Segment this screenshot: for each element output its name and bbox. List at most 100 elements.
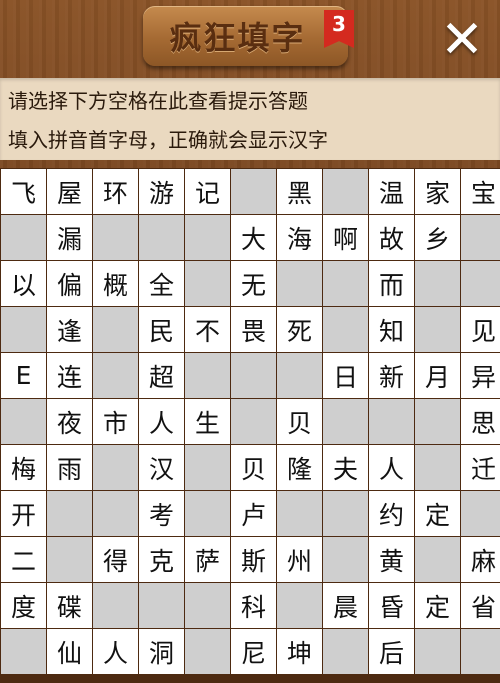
grid-cell[interactable]: 生 [185,399,230,444]
grid-cell[interactable]: 而 [369,261,414,306]
grid-cell[interactable]: 宝 [461,169,500,214]
grid-cell[interactable]: 不 [185,307,230,352]
grid-cell[interactable]: 记 [185,169,230,214]
blank-cell[interactable] [93,445,138,490]
grid-cell[interactable]: 麻 [461,537,500,582]
blank-cell[interactable] [323,629,368,674]
grid-cell[interactable]: 夫 [323,445,368,490]
blank-cell[interactable] [1,629,46,674]
grid-cell[interactable]: 畏 [231,307,276,352]
grid-cell[interactable]: 啊 [323,215,368,260]
grid-cell[interactable]: 昏 [369,583,414,628]
blank-cell[interactable] [231,399,276,444]
blank-cell[interactable] [185,583,230,628]
blank-cell[interactable] [415,307,460,352]
blank-cell[interactable] [277,583,322,628]
grid-cell[interactable]: 知 [369,307,414,352]
grid-cell[interactable]: 漏 [47,215,92,260]
grid-cell[interactable]: 环 [93,169,138,214]
blank-cell[interactable] [323,261,368,306]
grid-cell[interactable]: 异 [461,353,500,398]
grid-cell[interactable]: 新 [369,353,414,398]
grid-cell[interactable]: 洞 [139,629,184,674]
grid-cell[interactable]: 以 [1,261,46,306]
grid-cell[interactable]: 克 [139,537,184,582]
grid-cell[interactable]: 人 [93,629,138,674]
blank-cell[interactable] [277,261,322,306]
blank-cell[interactable] [185,215,230,260]
grid-cell[interactable]: 梅 [1,445,46,490]
blank-cell[interactable] [139,583,184,628]
grid-cell[interactable]: 超 [139,353,184,398]
grid-cell[interactable]: 游 [139,169,184,214]
grid-cell[interactable]: 开 [1,491,46,536]
grid-cell[interactable]: 碟 [47,583,92,628]
grid-cell[interactable]: 见 [461,307,500,352]
grid-cell[interactable]: 民 [139,307,184,352]
grid-cell[interactable]: 约 [369,491,414,536]
grid-cell[interactable]: 省 [461,583,500,628]
grid-cell[interactable]: 无 [231,261,276,306]
grid-cell[interactable]: 人 [139,399,184,444]
blank-cell[interactable] [277,353,322,398]
blank-cell[interactable] [415,537,460,582]
blank-cell[interactable] [323,399,368,444]
blank-cell[interactable] [185,445,230,490]
grid-cell[interactable]: 偏 [47,261,92,306]
blank-cell[interactable] [231,353,276,398]
grid-cell[interactable]: 黑 [277,169,322,214]
grid-cell[interactable]: 夜 [47,399,92,444]
grid-cell[interactable]: 隆 [277,445,322,490]
grid-cell[interactable]: 定 [415,583,460,628]
grid-cell[interactable]: 卢 [231,491,276,536]
grid-cell[interactable]: 海 [277,215,322,260]
grid-cell[interactable]: 人 [369,445,414,490]
blank-cell[interactable] [323,491,368,536]
grid-cell[interactable]: 科 [231,583,276,628]
blank-cell[interactable] [461,629,500,674]
blank-cell[interactable] [415,261,460,306]
grid-cell[interactable]: 逢 [47,307,92,352]
grid-cell[interactable]: E [1,353,46,398]
blank-cell[interactable] [185,261,230,306]
grid-cell[interactable]: 全 [139,261,184,306]
blank-cell[interactable] [47,537,92,582]
grid-cell[interactable]: 日 [323,353,368,398]
blank-cell[interactable] [93,353,138,398]
blank-cell[interactable] [415,399,460,444]
grid-cell[interactable]: 温 [369,169,414,214]
blank-cell[interactable] [1,307,46,352]
blank-cell[interactable] [323,537,368,582]
grid-cell[interactable]: 二 [1,537,46,582]
blank-cell[interactable] [93,491,138,536]
grid-cell[interactable]: 迁 [461,445,500,490]
blank-cell[interactable] [93,583,138,628]
blank-cell[interactable] [277,491,322,536]
grid-cell[interactable]: 度 [1,583,46,628]
blank-cell[interactable] [185,629,230,674]
grid-cell[interactable]: 贝 [277,399,322,444]
blank-cell[interactable] [415,445,460,490]
blank-cell[interactable] [461,261,500,306]
blank-cell[interactable] [185,491,230,536]
blank-cell[interactable] [139,215,184,260]
grid-cell[interactable]: 死 [277,307,322,352]
blank-cell[interactable] [93,307,138,352]
grid-cell[interactable]: 晨 [323,583,368,628]
grid-cell[interactable]: 贝 [231,445,276,490]
blank-cell[interactable] [369,399,414,444]
grid-cell[interactable]: 屋 [47,169,92,214]
grid-cell[interactable]: 黄 [369,537,414,582]
grid-cell[interactable]: 飞 [1,169,46,214]
grid-cell[interactable]: 月 [415,353,460,398]
grid-cell[interactable]: 家 [415,169,460,214]
grid-cell[interactable]: 雨 [47,445,92,490]
blank-cell[interactable] [185,353,230,398]
blank-cell[interactable] [461,215,500,260]
grid-cell[interactable]: 汉 [139,445,184,490]
grid-cell[interactable]: 概 [93,261,138,306]
grid-cell[interactable]: 考 [139,491,184,536]
blank-cell[interactable] [415,629,460,674]
grid-cell[interactable]: 定 [415,491,460,536]
grid-cell[interactable]: 乡 [415,215,460,260]
